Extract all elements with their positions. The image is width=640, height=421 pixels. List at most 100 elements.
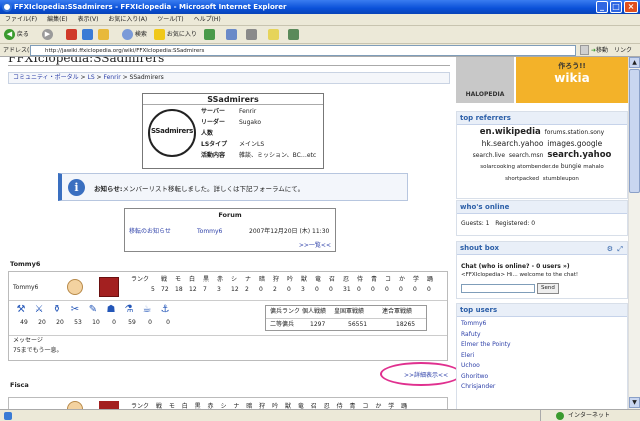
top-referrers-header: top referrers xyxy=(457,112,627,125)
leathercraft-icon: ✎ xyxy=(88,304,98,315)
refresh-button[interactable] xyxy=(82,29,93,41)
edit-button[interactable] xyxy=(268,29,279,41)
mail-button[interactable] xyxy=(226,29,237,41)
send-button[interactable]: Send xyxy=(537,283,559,294)
chat-line: <FFXIclopedia> Hi... welcome to the chat… xyxy=(461,272,579,278)
security-zone-label: インターネット xyxy=(568,412,611,419)
top-user-link[interactable]: Eleri xyxy=(461,351,511,362)
menu-bar: ファイル(F) 編集(E) 表示(V) お気に入り(A) ツール(T) ヘルプ(H) xyxy=(0,14,640,26)
forum-row: 移転のお知らせ Tommy6 2007年12月20日 (木) 11:30 xyxy=(129,226,329,235)
forward-arrow-icon: ▶ xyxy=(42,29,53,40)
ie-logo-icon xyxy=(2,2,12,12)
title-bar: FFXIclopedia:SSadmirers - FFXIclopedia -… xyxy=(0,0,640,14)
menu-view[interactable]: 表示(V) xyxy=(73,14,104,26)
page-title: FFXIclopedia:SSadmirers xyxy=(8,57,165,65)
menu-favorites[interactable]: お気に入り(A) xyxy=(103,14,152,26)
internet-zone-icon xyxy=(556,412,564,420)
breadcrumb-link-ls[interactable]: LS xyxy=(87,74,94,81)
top-user-link[interactable]: Tommy6 xyxy=(461,319,511,330)
back-arrow-icon: ◀ xyxy=(4,29,15,40)
forum-user-link[interactable]: Tommy6 xyxy=(197,228,249,235)
top-users-box: top users Tommy6 Rafuty Elmer the Pointy… xyxy=(456,303,628,409)
menu-edit[interactable]: 編集(E) xyxy=(42,14,72,26)
info-icon: i xyxy=(68,179,85,196)
vertical-scrollbar[interactable]: ▲ ▼ xyxy=(628,57,640,409)
infobox-rows: サーバー Fenrir リーダー Sugako 人数 LSタイプ メインLS 活動内容… xyxy=(201,108,317,159)
menu-help[interactable]: ヘルプ(H) xyxy=(189,14,226,26)
infobox: SSadmirers SSadmirers サーバー Fenrir リーダー Sug… xyxy=(142,93,324,169)
job-levels: 5 72 18 12 7 3 12 2 0 2 0 3 0 0 31 0 0 0 0 0 0 xyxy=(151,286,431,293)
refresh-icon xyxy=(82,29,93,40)
breadcrumb-link-fenrir[interactable]: Fenrir xyxy=(103,74,120,81)
menu-tools[interactable]: ツール(T) xyxy=(152,14,188,26)
menu-file[interactable]: ファイル(F) xyxy=(0,14,42,26)
history-button[interactable] xyxy=(204,29,215,41)
top-user-link[interactable]: Chrisjander xyxy=(461,382,511,393)
history-icon xyxy=(204,29,215,40)
window-title: FFXIclopedia:SSadmirers - FFXIclopedia -… xyxy=(14,3,287,11)
message-section: メッセージ 75までもう一息。 xyxy=(13,336,62,356)
chat-status: Chat (who is online? - 0 users ») xyxy=(461,263,570,270)
home-button[interactable] xyxy=(98,29,109,41)
close-button[interactable]: × xyxy=(624,1,638,13)
top-users-header: top users xyxy=(457,304,627,317)
halopedia-banner[interactable]: HALOPEDIA xyxy=(456,57,514,103)
top-user-link[interactable]: Elmer the Pointy xyxy=(461,340,511,351)
top-user-link[interactable]: Rafuty xyxy=(461,330,511,341)
top-user-link[interactable]: Uchoo xyxy=(461,361,511,372)
scroll-up-button[interactable]: ▲ xyxy=(629,57,640,68)
print-icon xyxy=(246,29,257,40)
cooking-icon: ☕ xyxy=(142,304,152,315)
member-heading-tommy6: Tommy6 xyxy=(10,260,41,268)
message-text: 75までもう一息。 xyxy=(13,347,63,354)
links-label[interactable]: リンク xyxy=(614,44,632,57)
search-button[interactable]: 検索 xyxy=(122,29,147,41)
back-button[interactable]: ◀ 戻る xyxy=(4,29,29,41)
nation-emblem-icon xyxy=(99,277,119,297)
member-player: Tommy6 xyxy=(13,284,39,291)
chat-input[interactable] xyxy=(461,284,535,293)
smithing-icon: ⚔ xyxy=(34,304,44,315)
member-card-fisca: ランク 戦 モ 白 黒 赤 シ ナ 暗 狩 吟 獣 竜 召 忍 侍 青 コ か … xyxy=(8,397,448,409)
address-input[interactable]: http://jawiki.ffxiclopedia.org/wiki/FFXI… xyxy=(30,45,576,56)
scroll-down-button[interactable]: ▼ xyxy=(629,397,640,408)
top-user-link[interactable]: Ghoritwo xyxy=(461,372,511,383)
expand-icon[interactable]: ⤢ xyxy=(617,245,623,254)
minimize-button[interactable]: _ xyxy=(596,1,608,13)
maximize-button[interactable]: □ xyxy=(610,1,622,13)
mail-icon xyxy=(226,29,237,40)
whos-online-header: who's online xyxy=(457,201,627,214)
job-level-table: ランク戦モ白黒赤シナ暗狩吟獣竜召忍侍青コか学踊 5 72 18 12 7 3 12 2 0 2 0 3… xyxy=(131,275,441,295)
detail-view-link[interactable]: >>詳細表示<< xyxy=(404,370,448,379)
breadcrumb-link-community[interactable]: コミュニティ・ポータル xyxy=(13,74,79,81)
page-content: FFXIclopedia:SSadmirers コミュニティ・ポータル > LS… xyxy=(0,57,628,409)
wikia-banner[interactable]: HALOPEDIA 作ろう!! wikia xyxy=(456,57,628,105)
stop-icon xyxy=(66,29,77,40)
forum-more-link[interactable]: >>一覧<< xyxy=(299,240,331,249)
referrer-cloud: en.wikipedia forums.station.sony hk.sear… xyxy=(472,127,612,182)
messenger-button[interactable] xyxy=(288,29,299,41)
craft-icons: ⚒ ⚔ ⚱ ✂ ✎ ☗ ⚗ ☕ ⚓ xyxy=(15,304,171,316)
scroll-thumb[interactable] xyxy=(629,69,640,193)
whos-online-text: Guests: 1 Registered: 0 xyxy=(461,220,536,227)
address-bar: アドレス(D) http://jawiki.ffxiclopedia.org/w… xyxy=(0,44,640,57)
rank-table: 傭兵ランク 個人戦績 皇国軍戦績 連合軍戦績 二等傭兵 1297 56551 18265 xyxy=(265,305,427,331)
forum-topic-link[interactable]: 移転のお知らせ xyxy=(129,226,197,235)
settings-icon[interactable]: ⚙ xyxy=(607,245,613,253)
wikia-promo[interactable]: 作ろう!! wikia xyxy=(516,57,628,103)
stop-button[interactable] xyxy=(66,29,77,41)
favorites-button[interactable]: お気に入り xyxy=(154,29,197,41)
breadcrumb: コミュニティ・ポータル > LS > Fenrir > SSadmirers xyxy=(8,72,450,84)
print-button[interactable] xyxy=(246,29,257,41)
notice-text: お知らせ:メンバーリスト移転しました。詳しくは下記フォーラムにて。 xyxy=(94,185,305,193)
goldsmithing-icon: ⚱ xyxy=(52,304,62,315)
alchemy-icon: ⚗ xyxy=(124,304,134,315)
go-button[interactable]: ➜移動 xyxy=(591,44,608,57)
toolbar: ◀ 戻る ▶ 検索 お気に入り xyxy=(0,26,640,44)
message-label: メッセージ xyxy=(13,337,43,344)
forward-button[interactable]: ▶ xyxy=(42,29,53,41)
fishing-icon: ⚓ xyxy=(160,304,170,315)
status-bar: インターネット xyxy=(0,409,640,421)
address-dropdown[interactable] xyxy=(580,45,589,55)
edit-icon xyxy=(268,29,279,40)
